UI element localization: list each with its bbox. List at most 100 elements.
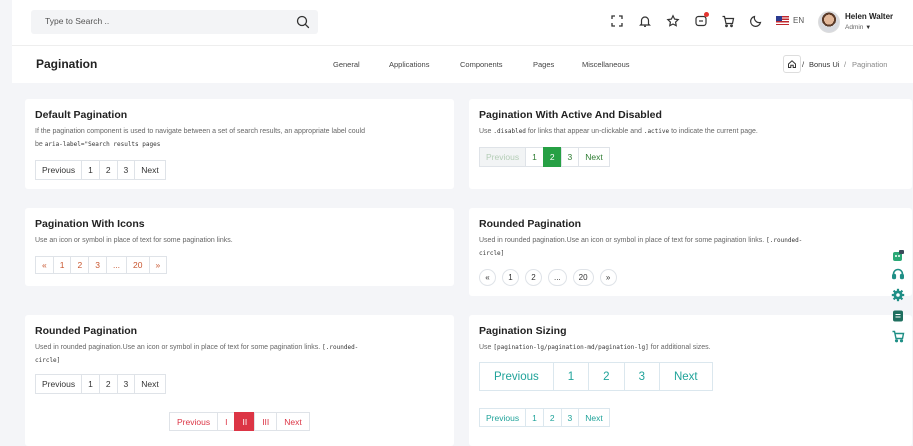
page-1[interactable]: 1	[502, 269, 519, 286]
breadcrumb-bonus-ui[interactable]: Bonus Ui	[809, 60, 839, 69]
star-icon[interactable]	[666, 14, 680, 28]
desc-text: Used in rounded pagination.Use an icon o…	[35, 344, 323, 351]
user-role[interactable]: Admin ▼	[845, 24, 871, 31]
page-next-icon[interactable]: »	[599, 269, 617, 286]
card-description: Use .disabled for links that appear un-c…	[479, 125, 758, 138]
page-next[interactable]: Next	[276, 412, 310, 431]
page-1[interactable]: 1	[81, 374, 100, 394]
card-title: Default Pagination	[35, 109, 128, 121]
pagination-large: Previous 1 2 3 Next	[479, 362, 713, 391]
page-1[interactable]: 1	[52, 256, 72, 274]
pagination-default-2: Previous 1 2 3 Next	[35, 374, 166, 394]
page-next[interactable]: Next	[578, 147, 610, 167]
page-2[interactable]: 2	[98, 160, 118, 180]
card-pagination-sizing: Pagination Sizing Use [pagination-lg/pag…	[469, 315, 912, 446]
page-3[interactable]: 3	[623, 362, 660, 391]
desc-text: for links that appear un-clickable and	[525, 128, 644, 135]
nav-applications[interactable]: Applications	[389, 60, 429, 69]
card-pagination-icons: Pagination With Icons Use an icon or sym…	[25, 208, 454, 286]
page-2[interactable]: 2	[98, 374, 118, 394]
search-icon[interactable]	[296, 15, 310, 29]
page-3[interactable]: 3	[88, 256, 107, 274]
page-title: Pagination	[36, 57, 98, 71]
pagination-default: Previous 1 2 3 Next	[35, 160, 166, 180]
page-2[interactable]: 2	[588, 362, 625, 391]
page-next[interactable]: Next	[134, 374, 166, 394]
card-rounded-pagination-right: Rounded Pagination Used in rounded pagin…	[469, 208, 912, 296]
nav-components[interactable]: Components	[460, 60, 503, 69]
nav-general[interactable]: General	[333, 60, 360, 69]
page-1[interactable]: 1	[552, 362, 590, 391]
desc-code: .active	[643, 128, 670, 135]
card-description: Used in rounded pagination.Use an icon o…	[479, 234, 894, 260]
page-header: Pagination General Applications Componen…	[12, 45, 913, 83]
page-next[interactable]: Next	[134, 160, 166, 180]
chat-bot-icon[interactable]	[891, 249, 905, 263]
page-next[interactable]: Next	[578, 408, 610, 427]
card-description: Used in rounded pagination.Use an icon o…	[35, 341, 445, 367]
language-selector[interactable]: EN	[776, 16, 804, 25]
page-iii[interactable]: III	[254, 412, 278, 431]
page-previous[interactable]: Previous	[169, 412, 219, 431]
page-previous[interactable]: Previous	[35, 374, 83, 394]
search-placeholder[interactable]: Type to Search ..	[45, 16, 109, 26]
avatar[interactable]	[818, 11, 840, 33]
us-flag-icon	[776, 16, 789, 25]
pagination-small: Previous 1 2 3 Next	[479, 408, 610, 427]
card-active-disabled: Pagination With Active And Disabled Use …	[469, 99, 912, 189]
page-next-icon[interactable]: »	[148, 256, 168, 274]
page-2[interactable]: 2	[70, 256, 90, 274]
user-name[interactable]: Helen Walter	[845, 12, 893, 21]
page-i[interactable]: I	[217, 412, 236, 431]
page-previous[interactable]: Previous	[35, 160, 83, 180]
page-3[interactable]: 3	[560, 408, 580, 427]
card-title: Rounded Pagination	[35, 325, 138, 337]
page-previous-icon[interactable]: «	[479, 269, 496, 286]
card-title: Pagination With Icons	[35, 218, 145, 230]
page-2-active[interactable]: 2	[542, 147, 562, 167]
page-1[interactable]: 1	[525, 408, 544, 427]
left-sidebar-strip	[0, 0, 12, 446]
fullscreen-icon[interactable]	[610, 14, 624, 28]
page-2[interactable]: 2	[542, 408, 562, 427]
page-ellipsis: ...	[548, 269, 567, 286]
page-previous[interactable]: Previous	[479, 362, 554, 391]
search-box[interactable]: Type to Search ..	[31, 10, 318, 34]
nav-pages[interactable]: Pages	[533, 60, 554, 69]
cart-icon[interactable]	[891, 329, 905, 343]
page-1[interactable]: 1	[525, 147, 544, 167]
page-previous-icon[interactable]: «	[35, 256, 54, 274]
desc-text: Used in rounded pagination.Use an icon o…	[479, 237, 767, 244]
chat-icon[interactable]	[694, 12, 709, 28]
headset-icon[interactable]	[891, 267, 905, 281]
page-20[interactable]: 20	[572, 269, 594, 286]
nav-miscellaneous[interactable]: Miscellaneous	[582, 60, 630, 69]
breadcrumb-separator: /	[844, 60, 847, 69]
page-3[interactable]: 3	[116, 160, 136, 180]
page-ii-active[interactable]: II	[234, 412, 256, 431]
page-3[interactable]: 3	[116, 374, 136, 394]
card-title: Pagination With Active And Disabled	[479, 109, 662, 121]
breadcrumb-home[interactable]	[783, 55, 801, 73]
chevron-down-icon: ▼	[865, 25, 872, 31]
breadcrumb-current: Pagination	[852, 60, 888, 69]
bell-icon[interactable]	[638, 14, 652, 28]
card-description: If the pagination component is used to n…	[35, 125, 450, 151]
page-20[interactable]: 20	[126, 256, 150, 274]
desc-text: If the pagination component is used to n…	[35, 128, 365, 135]
page-2[interactable]: 2	[525, 269, 542, 286]
pagination-active-disabled: Previous 1 2 3 Next	[479, 147, 610, 167]
desc-text: to indicate the current page.	[669, 128, 758, 135]
card-description: Use an icon or symbol in place of text f…	[35, 237, 233, 244]
page-next[interactable]: Next	[658, 362, 713, 391]
page-1[interactable]: 1	[81, 160, 100, 180]
desc-code: circle]	[35, 357, 61, 364]
note-icon[interactable]	[891, 309, 905, 323]
gear-icon[interactable]	[891, 288, 905, 302]
card-description: Use [pagination-lg/pagination-md/paginat…	[479, 341, 711, 354]
moon-icon[interactable]	[749, 14, 763, 28]
cart-icon[interactable]	[721, 14, 735, 28]
page-previous[interactable]: Previous	[479, 408, 527, 427]
page-3[interactable]: 3	[560, 147, 580, 167]
desc-code: circle]	[479, 250, 505, 257]
